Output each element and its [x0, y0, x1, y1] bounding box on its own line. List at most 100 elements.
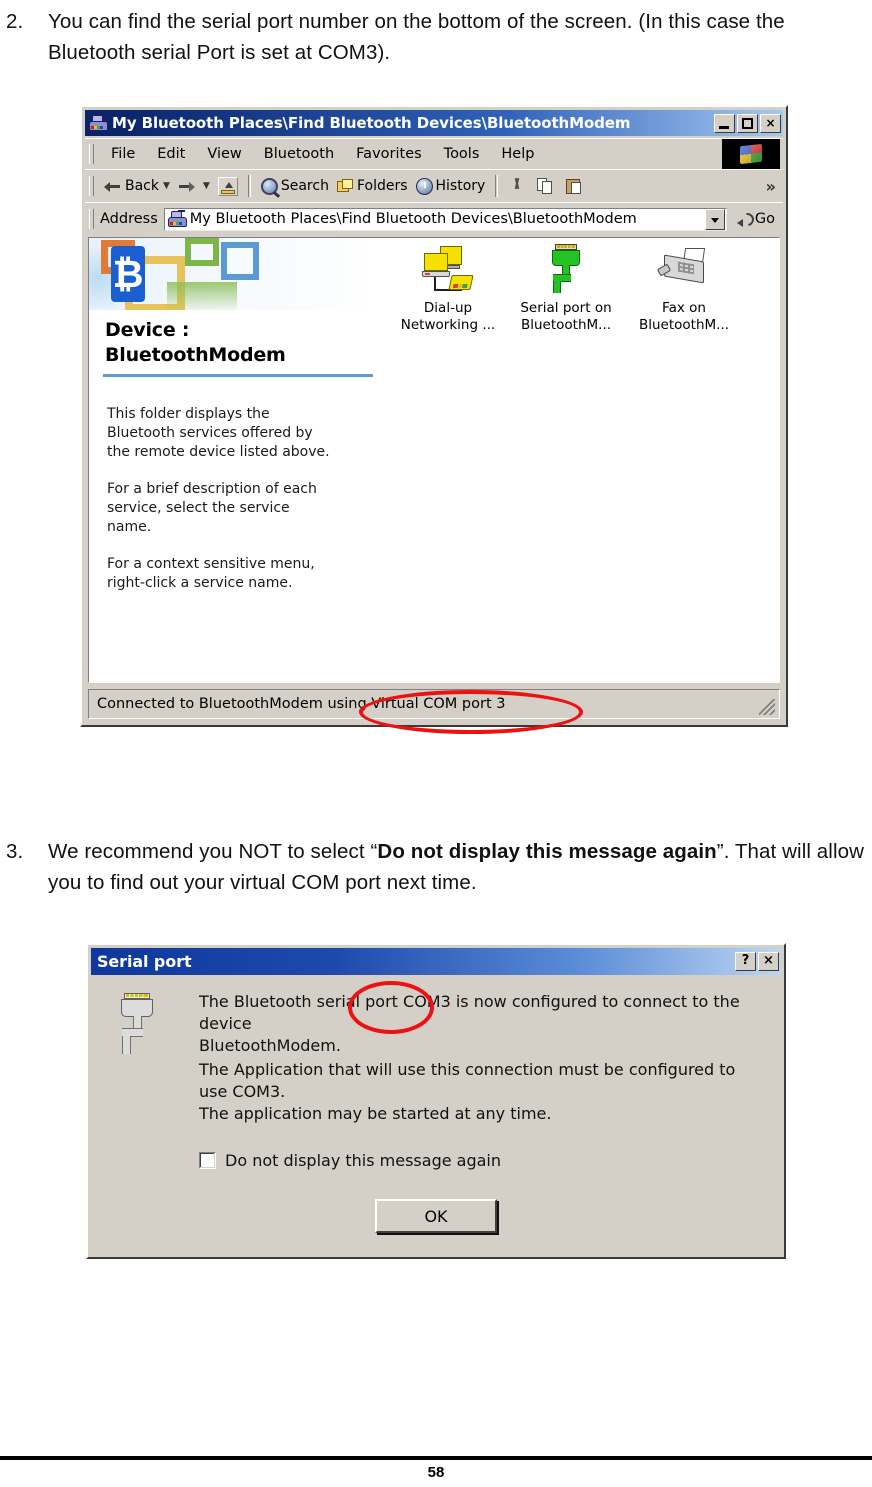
do-not-display-checkbox[interactable] [199, 1152, 216, 1169]
history-label: History [435, 178, 486, 194]
service-item-serial-port[interactable]: Serial port on BluetoothM... [507, 244, 625, 334]
bluetooth-banner: ₿ [89, 238, 377, 310]
back-label: Back [125, 178, 159, 194]
explorer-statusbar: Connected to BluetoothModem using Virtua… [88, 689, 780, 719]
dialog-title: Serial port [97, 952, 192, 971]
go-label: Go [754, 211, 775, 227]
menu-item-view[interactable]: View [196, 144, 252, 164]
step-2-text: You can find the serial port number on t… [48, 10, 785, 64]
instruction-step-2: 2. You can find the serial port number o… [6, 6, 866, 68]
search-icon [260, 177, 278, 195]
service-label: Serial port on BluetoothM... [520, 300, 612, 333]
serial-port-icon [507, 244, 625, 296]
bluetooth-device-icon [167, 210, 187, 228]
arrow-right-icon [178, 180, 195, 193]
arrow-left-icon [104, 180, 121, 193]
step-3-text: We recommend you NOT to select “Do not d… [48, 836, 872, 898]
chevron-down-icon: ▼ [163, 181, 170, 191]
history-icon [415, 177, 433, 195]
service-label: Fax on BluetoothM... [638, 300, 730, 333]
addressbar-grip[interactable] [89, 209, 94, 229]
history-button[interactable]: History [412, 176, 490, 197]
window-resize-grip[interactable] [759, 699, 775, 715]
menu-item-favorites[interactable]: Favorites [345, 144, 433, 164]
toolbar-overflow-button[interactable]: » [766, 177, 776, 196]
step-3-number: 3. [6, 840, 24, 863]
cut-icon[interactable] [510, 178, 525, 195]
paste-icon[interactable] [566, 178, 583, 195]
folders-button[interactable]: Folders [333, 176, 412, 196]
up-button[interactable] [214, 175, 242, 198]
explorer-content-pane: ₿ Device : BluetoothModem This folder di… [88, 237, 780, 683]
ok-button[interactable]: OK [375, 1199, 497, 1233]
service-label: Dial-up Networking ... [400, 300, 496, 333]
explorer-title: My Bluetooth Places\Find Bluetooth Devic… [112, 114, 631, 132]
fax-icon [625, 244, 743, 296]
explorer-addressbar: Address My Bluetooth Places\Find Bluetoo… [85, 202, 783, 235]
toolbar-separator [495, 175, 499, 197]
instruction-step-3: 3. We recommend you NOT to select “Do no… [6, 836, 872, 898]
chevron-down-icon: ▼ [202, 181, 210, 191]
description-paragraph: This folder displays the Bluetooth servi… [107, 406, 330, 460]
window-controls: × [714, 113, 781, 133]
address-label: Address [100, 211, 158, 227]
serial-port-icon [113, 993, 161, 1055]
device-title-line2: BluetoothModem [105, 344, 286, 366]
services-list: Dial-up Networking ... Serial port on Bl… [389, 238, 779, 682]
explorer-toolbar: Back ▼ ▼ Search Folders History » [85, 169, 783, 202]
device-title-line1: Device : [105, 319, 190, 341]
explorer-window: My Bluetooth Places\Find Bluetooth Devic… [80, 105, 788, 727]
menu-item-help[interactable]: Help [490, 144, 545, 164]
footer-divider [0, 1456, 872, 1460]
maximize-button[interactable] [737, 113, 758, 133]
go-button[interactable]: Go [736, 211, 775, 227]
description-paragraph: For a brief description of each service,… [107, 481, 317, 535]
device-title: Device : BluetoothModem [89, 310, 377, 368]
menu-item-tools[interactable]: Tools [433, 144, 491, 164]
explorer-titlebar: My Bluetooth Places\Find Bluetooth Devic… [85, 110, 783, 136]
copy-icon[interactable] [537, 177, 554, 195]
address-dropdown-button[interactable] [704, 208, 725, 230]
forward-button[interactable]: ▼ [174, 178, 214, 195]
device-info-panel: ₿ Device : BluetoothModem This folder di… [89, 238, 377, 682]
toolbar-grip[interactable] [89, 176, 94, 196]
close-button[interactable]: × [758, 952, 779, 971]
go-arrow-icon [736, 212, 753, 227]
page-number: 58 [427, 1464, 445, 1481]
step-3-text-before: We recommend you NOT to select “ [48, 840, 378, 863]
dialog-message-line-2: The Application that will use this conne… [199, 1060, 736, 1101]
menubar-grip[interactable] [89, 144, 94, 164]
folders-label: Folders [356, 178, 408, 194]
dialog-message-line-3: The application may be started at any ti… [199, 1104, 552, 1123]
do-not-display-checkbox-label: Do not display this message again [225, 1151, 502, 1170]
dialog-body: The Bluetooth serial port COM3 is now co… [91, 977, 781, 1254]
toolbar-separator [247, 175, 251, 197]
device-description: This folder displays the Bluetooth servi… [89, 377, 377, 593]
search-label: Search [280, 178, 329, 194]
serial-port-dialog: Serial port ? × The Bluetooth serial por… [86, 943, 786, 1259]
back-button[interactable]: Back ▼ [100, 176, 174, 196]
step-3-text-bold: Do not display this message again [377, 840, 717, 863]
address-input[interactable]: My Bluetooth Places\Find Bluetooth Devic… [163, 207, 727, 231]
step-2-number: 2. [6, 10, 24, 33]
address-value: My Bluetooth Places\Find Bluetooth Devic… [189, 211, 637, 227]
decoration-square-blue [221, 242, 259, 280]
service-item-fax[interactable]: Fax on BluetoothM... [625, 244, 743, 334]
close-button[interactable]: × [760, 113, 781, 133]
search-button[interactable]: Search [257, 176, 333, 197]
bluetooth-logo-icon: ₿ [111, 246, 145, 302]
description-paragraph: For a context sensitive menu, right-clic… [107, 556, 315, 591]
help-button[interactable]: ? [735, 952, 756, 971]
decoration-square-green [185, 238, 219, 266]
menu-item-file[interactable]: File [100, 144, 146, 164]
statusbar-text: Connected to BluetoothModem using Virtua… [97, 696, 506, 712]
folder-up-icon [217, 176, 238, 196]
minimize-button[interactable] [714, 113, 735, 133]
service-item-dial-up-networking[interactable]: Dial-up Networking ... [389, 244, 507, 334]
menu-item-edit[interactable]: Edit [146, 144, 196, 164]
bluetooth-device-icon [88, 114, 108, 132]
windows-logo-icon [722, 139, 780, 169]
dialog-titlebar: Serial port ? × [91, 948, 781, 975]
menu-item-bluetooth[interactable]: Bluetooth [253, 144, 345, 164]
do-not-display-checkbox-row[interactable]: Do not display this message again [199, 1151, 501, 1170]
